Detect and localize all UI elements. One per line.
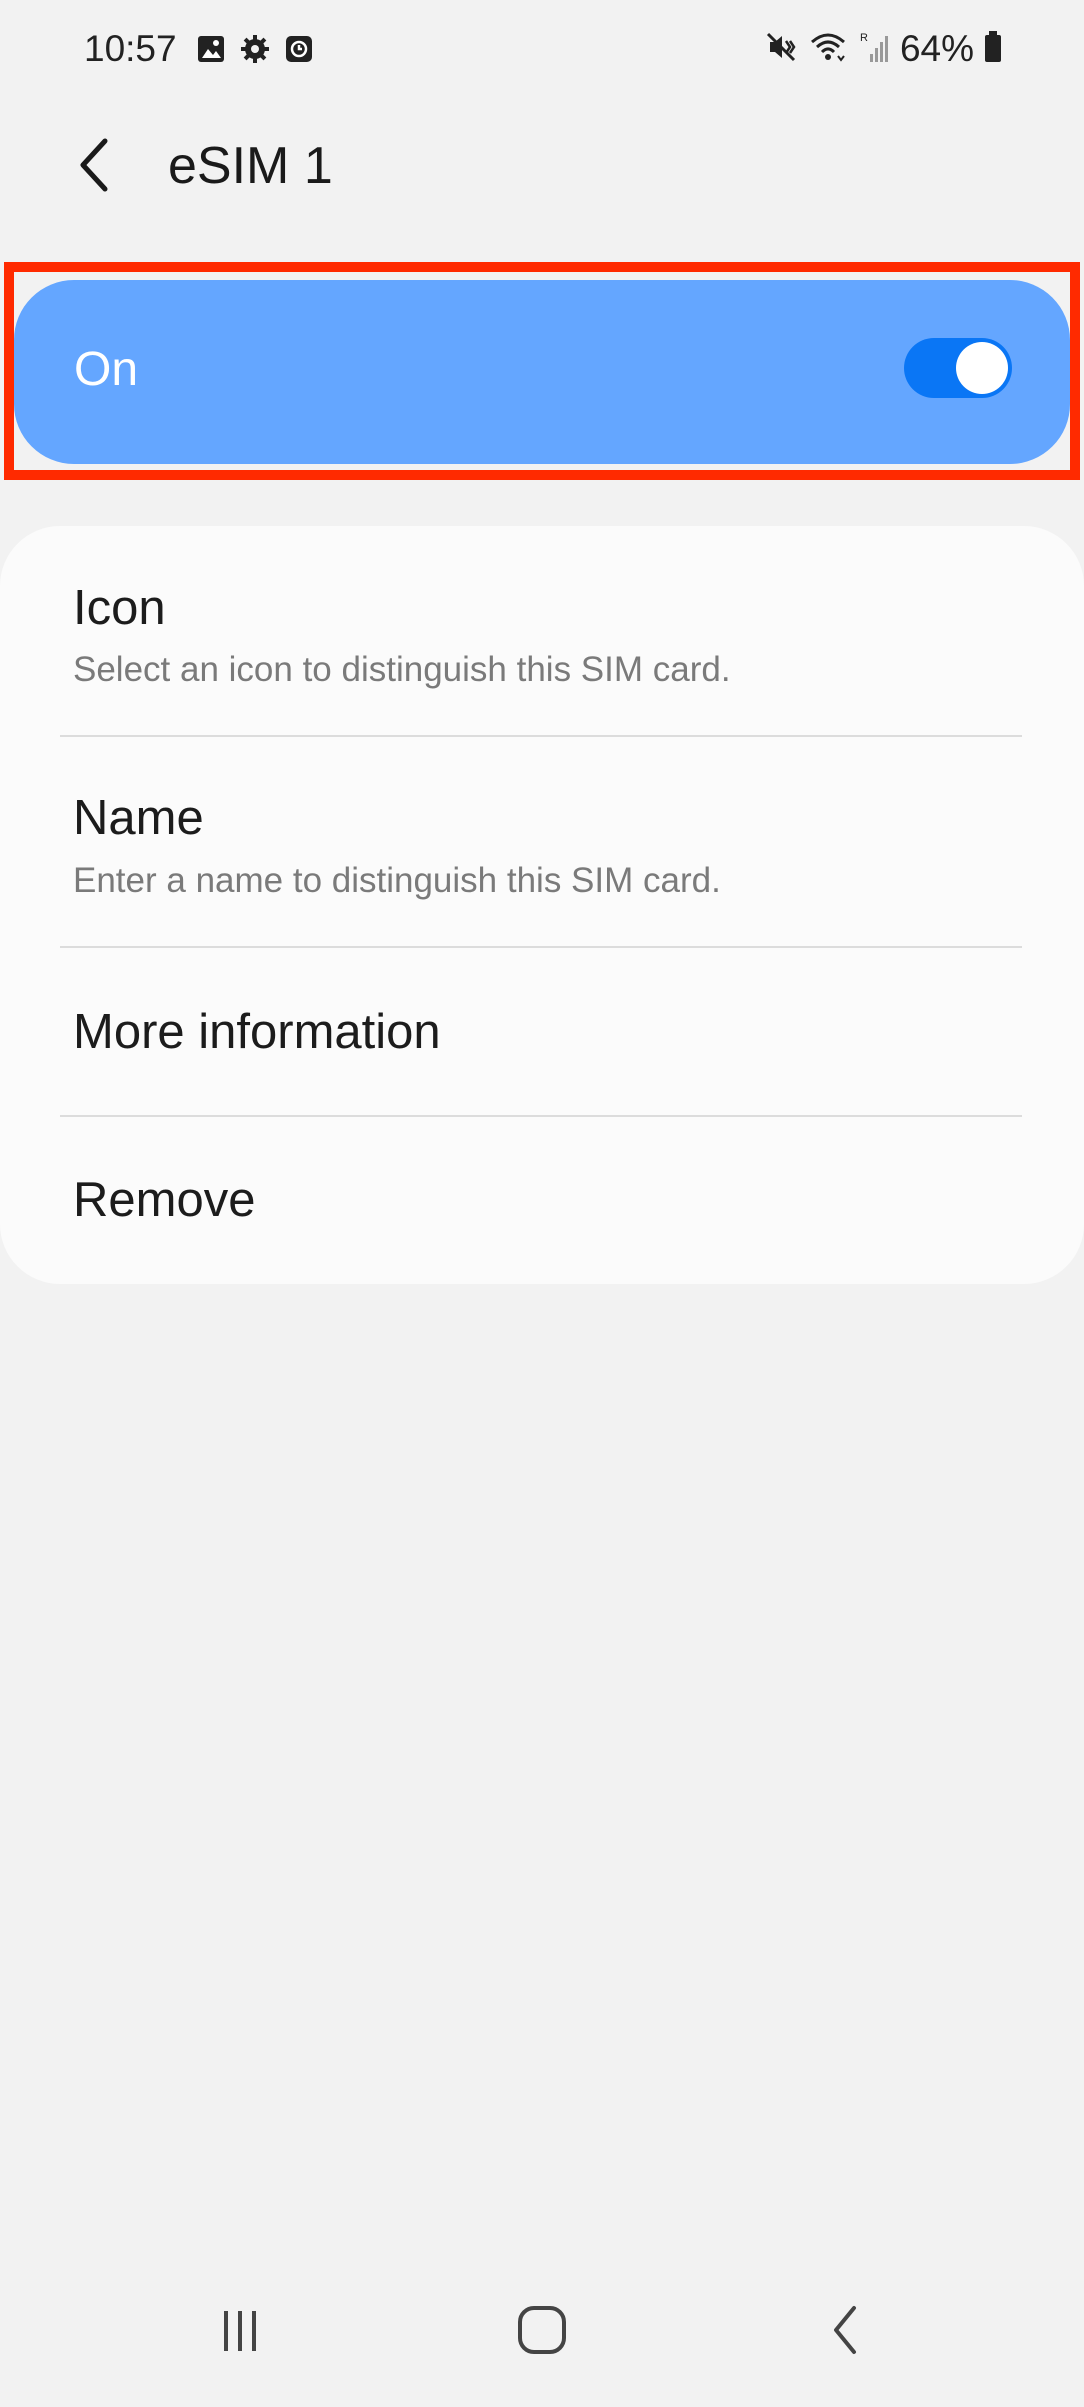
- gallery-icon: [196, 34, 226, 64]
- item-title-icon: Icon: [73, 581, 166, 635]
- back-arrow-icon: [80, 138, 108, 192]
- nav-back-button[interactable]: [806, 2290, 886, 2370]
- battery-icon: [984, 30, 1002, 68]
- status-system-icons: R 64%: [764, 28, 1002, 70]
- header: eSIM 1: [0, 110, 1084, 220]
- item-subtitle-name: Enter a name to distinguish this SIM car…: [73, 861, 721, 900]
- page-title: eSIM 1: [168, 137, 333, 195]
- navigation-bar: [0, 2280, 1084, 2380]
- status-bar: 10:57 R 64%: [0, 0, 1084, 100]
- recent-apps-button[interactable]: [200, 2290, 280, 2370]
- wifi-icon: [808, 30, 848, 69]
- list-item-icon[interactable]: Icon Select an icon to distinguish this …: [0, 526, 1084, 734]
- item-title-more-information: More information: [73, 1005, 441, 1059]
- item-title-name: Name: [73, 791, 204, 845]
- recent-apps-icon: [224, 2311, 256, 2351]
- item-title-remove: Remove: [73, 1173, 256, 1227]
- back-button[interactable]: [60, 130, 130, 200]
- back-icon: [834, 2306, 856, 2354]
- mute-vibrate-icon: [764, 30, 798, 69]
- list-item-remove[interactable]: Remove: [0, 1117, 1084, 1284]
- home-icon: [518, 2306, 566, 2354]
- clock-app-icon: [284, 34, 314, 64]
- settings-list: Icon Select an icon to distinguish this …: [0, 526, 1084, 1284]
- home-button[interactable]: [502, 2290, 582, 2370]
- signal-roaming-icon: R: [858, 30, 890, 69]
- status-notification-icons: [196, 34, 314, 64]
- item-subtitle-icon: Select an icon to distinguish this SIM c…: [73, 650, 731, 689]
- highlight-box: [4, 262, 1080, 480]
- list-item-more-information[interactable]: More information: [0, 948, 1084, 1114]
- status-time: 10:57: [84, 28, 177, 69]
- settings-gear-icon: [240, 34, 270, 64]
- battery-percentage: 64%: [899, 28, 974, 69]
- list-item-name[interactable]: Name Enter a name to distinguish this SI…: [0, 737, 1084, 945]
- svg-text:R: R: [860, 32, 868, 44]
